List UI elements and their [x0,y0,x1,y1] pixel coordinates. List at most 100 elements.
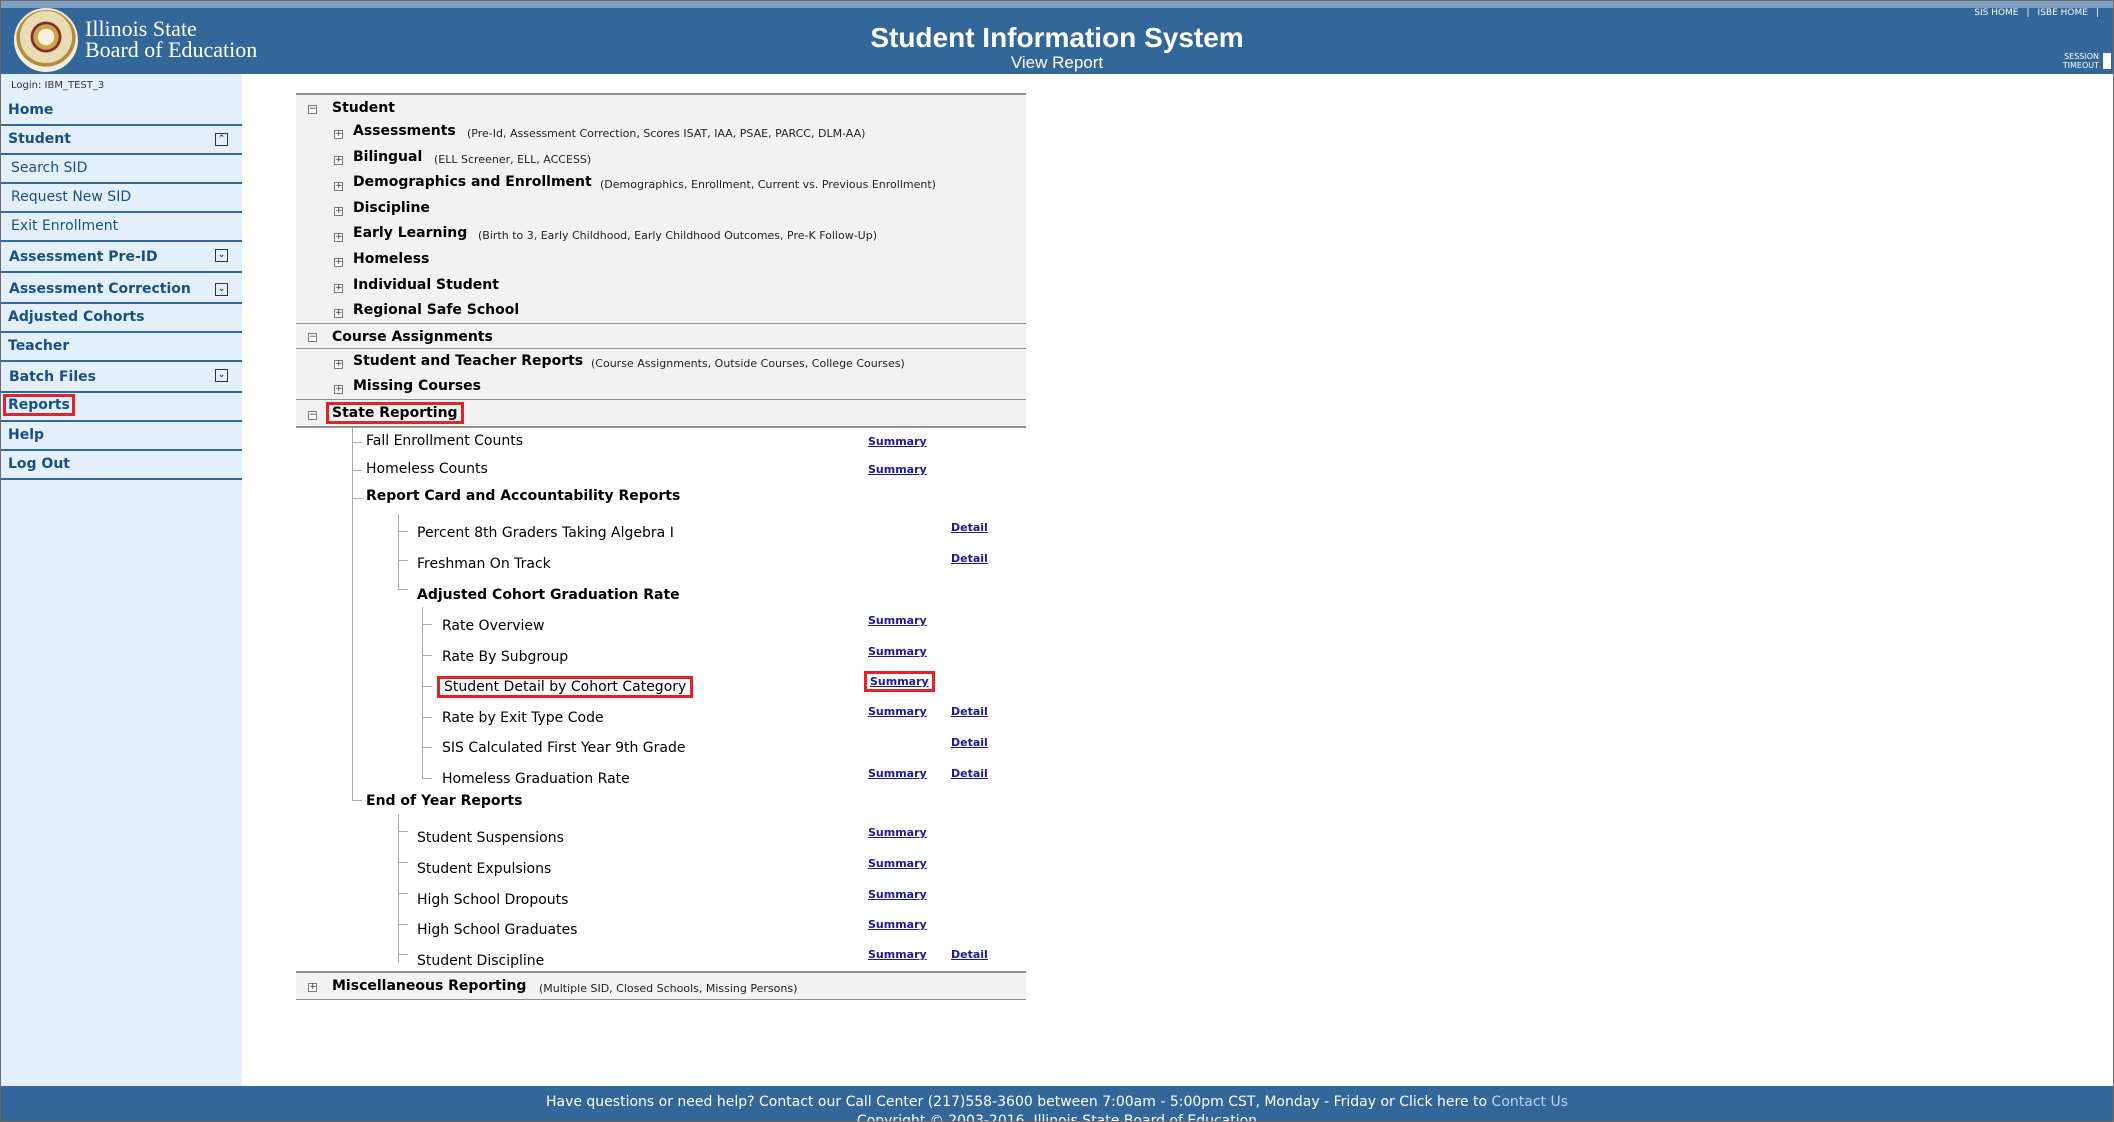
section-header-state-reporting[interactable]: − State Reporting [296,400,1026,428]
tree-item-bilingual[interactable]: Bilingual [353,149,422,165]
expand-icon[interactable]: + [334,207,343,216]
tree-item-missing-courses[interactable]: Missing Courses [353,378,481,394]
tree-item-note: (ELL Screener, ELL, ACCESS) [434,153,592,166]
sidebar-item-label: Home [8,102,54,118]
summary-link-fall-enrollment[interactable]: Summary [868,435,927,448]
report-rate-overview: Rate Overview [442,618,545,634]
expand-icon[interactable]: ⌄ [215,249,228,262]
tree-connector [398,560,408,561]
sidebar-item-exit-enrollment[interactable]: Exit Enrollment [1,213,242,242]
expand-icon[interactable]: + [334,309,343,318]
top-links: SIS HOME | ISBE HOME | [1970,8,2103,18]
summary-link-suspensions[interactable]: Summary [868,826,927,839]
sis-home-link[interactable]: SIS HOME [1974,8,2018,18]
sidebar-item-search-sid[interactable]: Search SID [1,155,242,184]
sidebar-item-assessment-pre-id[interactable]: Assessment Pre-ID ⌄ [1,242,242,273]
summary-link-graduates[interactable]: Summary [868,918,927,931]
tree-connector [398,862,408,863]
tree-item-early-learning[interactable]: Early Learning [353,225,467,241]
tree-item-student-teacher-reports[interactable]: Student and Teacher Reports [353,353,583,369]
expand-icon[interactable]: + [334,233,343,242]
section-header-course-assignments[interactable]: − Course Assignments [296,324,1026,349]
report-student-discipline: Student Discipline [417,953,545,969]
report-algebra-i: Percent 8th Graders Taking Algebra I [417,525,674,541]
footer-help: Have questions or need help? Contact our… [1,1094,2113,1110]
sidebar-item-label: Exit Enrollment [11,218,119,234]
sidebar-item-student[interactable]: Student ⌃ [1,126,242,155]
detail-link-discipline[interactable]: Detail [951,948,988,961]
expand-icon[interactable]: + [308,983,317,992]
sidebar-item-label: Search SID [11,160,88,176]
session-label-line1: SESSION [2064,52,2099,61]
isbe-home-link[interactable]: ISBE HOME [2038,8,2088,18]
sidebar-item-label: Request New SID [11,189,132,205]
tree-item-individual-student[interactable]: Individual Student [353,277,499,293]
detail-link-algebra-i[interactable]: Detail [951,521,988,534]
report-freshman-on-track: Freshman On Track [417,556,551,572]
tree-item-assessments[interactable]: Assessments [353,123,456,139]
report-high-school-dropouts: High School Dropouts [417,892,569,908]
report-high-school-graduates: High School Graduates [417,922,578,938]
section-header-student[interactable]: − Student [296,93,1026,121]
tree-item-regional-safe-school[interactable]: Regional Safe School [353,302,519,318]
collapse-icon[interactable]: − [308,105,317,114]
contact-us-link[interactable]: Contact Us [1492,1094,1568,1110]
detail-link-freshman-on-track[interactable]: Detail [951,552,988,565]
summary-link-rate-by-exit-type[interactable]: Summary [868,705,927,718]
sidebar-item-adjusted-cohorts[interactable]: Adjusted Cohorts [1,304,242,333]
summary-link-homeless-graduation[interactable]: Summary [868,767,927,780]
summary-link-discipline[interactable]: Summary [868,948,927,961]
sidebar-item-home[interactable]: Home [1,97,242,126]
sidebar-item-batch-files[interactable]: Batch Files ⌄ [1,362,242,393]
collapse-icon[interactable]: − [308,411,317,420]
sidebar-item-label: Student [8,131,71,147]
expand-icon[interactable]: + [334,156,343,165]
section-header-miscellaneous-reporting[interactable]: + Miscellaneous Reporting (Multiple SID,… [296,971,1026,1000]
section-title: State Reporting [326,402,464,424]
sidebar-item-help[interactable]: Help [1,422,242,451]
tree-item-demographics[interactable]: Demographics and Enrollment [353,174,592,190]
footer-copyright: Copyright © 2003-2016, Illinois State Bo… [856,1113,1258,1122]
group-adjusted-cohort-graduation-rate: Adjusted Cohort Graduation Rate [417,587,680,603]
tree-connector [422,607,423,778]
detail-link-homeless-graduation[interactable]: Detail [951,767,988,780]
expand-icon[interactable]: + [334,360,343,369]
tree-connector [398,514,399,589]
tree-item-discipline[interactable]: Discipline [353,200,430,216]
sidebar-item-log-out[interactable]: Log Out [1,451,242,480]
course-subsections: + Student and Teacher Reports (Course As… [296,349,1026,401]
expand-icon[interactable]: ⌄ [215,369,228,382]
summary-link-homeless-counts[interactable]: Summary [868,463,927,476]
summary-link-rate-by-subgroup[interactable]: Summary [868,645,927,658]
sidebar-item-label: Batch Files [9,369,96,385]
report-homeless-graduation-rate: Homeless Graduation Rate [442,771,630,787]
expand-icon[interactable]: + [334,182,343,191]
summary-link-expulsions[interactable]: Summary [868,857,927,870]
collapse-icon[interactable]: ⌃ [215,133,228,146]
sidebar-item-teacher[interactable]: Teacher [1,333,242,362]
tree-connector [422,778,432,779]
sidebar-item-reports[interactable]: Reports [1,393,242,422]
collapse-icon[interactable]: − [308,333,317,342]
expand-icon[interactable]: + [334,385,343,394]
group-report-card-accountability: Report Card and Accountability Reports [366,488,681,504]
report-homeless-counts: Homeless Counts [366,461,488,477]
sidebar-item-assessment-correction[interactable]: Assessment Correction ⌄ [1,273,242,304]
sidebar-item-request-new-sid[interactable]: Request New SID [1,184,242,213]
expand-icon[interactable]: + [334,284,343,293]
tree-item-homeless[interactable]: Homeless [353,251,429,267]
detail-link-rate-by-exit-type[interactable]: Detail [951,705,988,718]
login-info: Login: IBM_TEST_3 [11,80,105,91]
expand-icon[interactable]: + [334,258,343,267]
tree-connector [352,498,362,499]
detail-link-sis-first-year-9th[interactable]: Detail [951,736,988,749]
summary-link-student-detail-by-cohort[interactable]: Summary [864,671,935,692]
summary-link-dropouts[interactable]: Summary [868,888,927,901]
section-title: Course Assignments [332,329,493,345]
expand-icon[interactable]: + [334,130,343,139]
tree-connector [398,831,408,832]
expand-icon[interactable]: ⌄ [215,283,228,296]
summary-link-rate-overview[interactable]: Summary [868,614,927,627]
footer: Have questions or need help? Contact our… [1,1086,2113,1122]
app-title: Student Information System [870,22,1244,53]
